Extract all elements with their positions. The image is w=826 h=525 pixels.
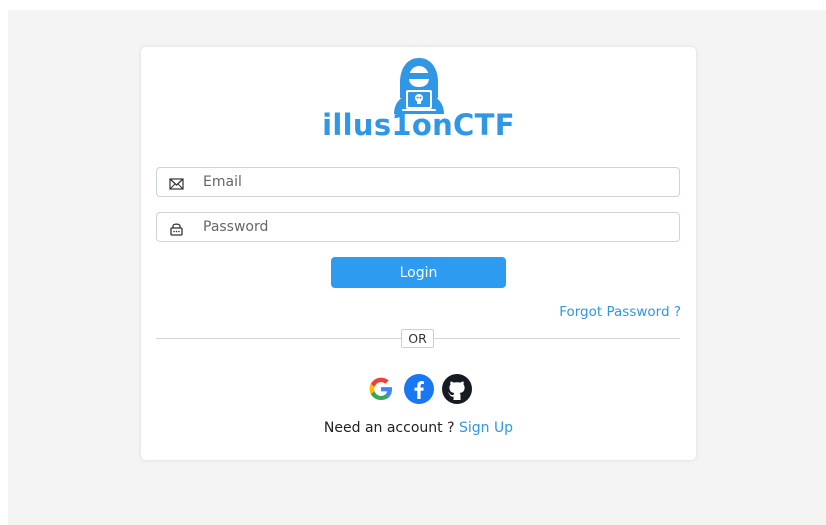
facebook-icon[interactable] [403, 373, 435, 405]
hooded-hacker-icon [388, 54, 450, 116]
email-input[interactable] [203, 168, 663, 196]
sign-up-link[interactable]: Sign Up [459, 420, 513, 436]
login-card: illus1onCTF Login Forgot Password ? OR [141, 47, 696, 460]
google-icon[interactable] [365, 373, 397, 405]
email-field[interactable] [156, 167, 680, 197]
login-button[interactable]: Login [331, 257, 506, 288]
password-input[interactable] [203, 213, 663, 241]
social-login [141, 373, 696, 405]
lock-icon [169, 221, 184, 236]
forgot-password-link[interactable]: Forgot Password ? [559, 304, 681, 320]
signup-line: Need an account ? Sign Up [141, 420, 696, 436]
or-separator: OR [401, 329, 434, 348]
password-field[interactable] [156, 212, 680, 242]
envelope-icon [169, 176, 184, 190]
brand-title: illus1onCTF [322, 108, 515, 142]
github-icon[interactable] [441, 373, 473, 405]
signup-prompt: Need an account ? [323, 420, 455, 436]
